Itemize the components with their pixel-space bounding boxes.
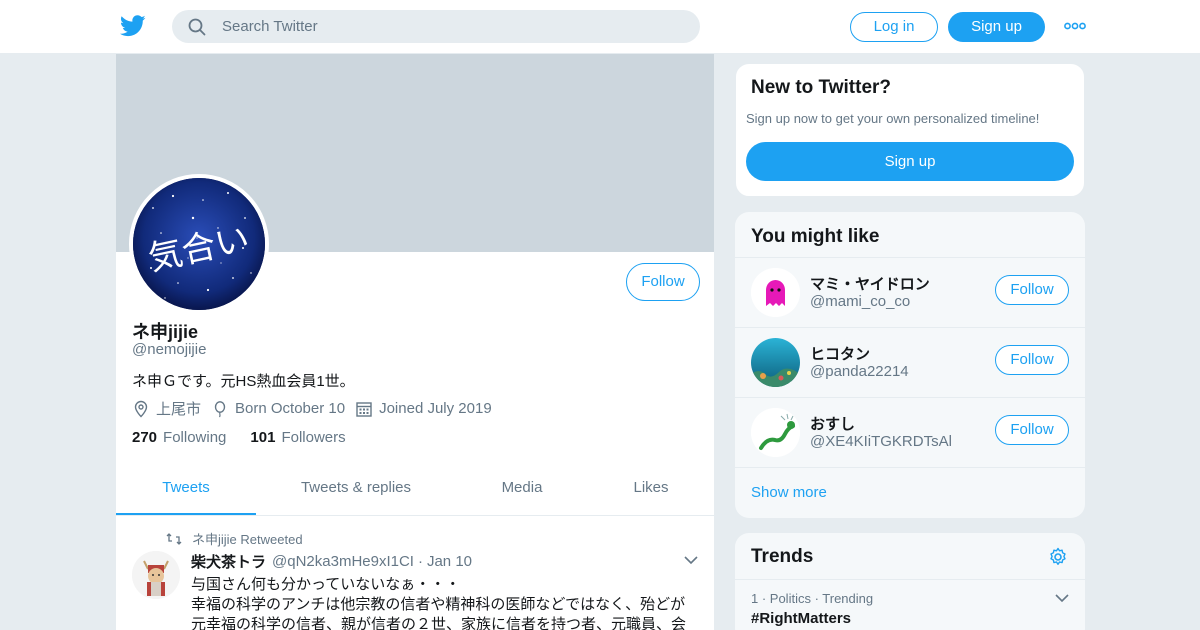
suggested-user-handle: @panda22214	[810, 363, 909, 380]
suggested-user-row[interactable]: おすし @XE4KIiTGKRDTsAl Follow	[735, 397, 1085, 467]
suggested-user-name[interactable]: ヒコタン	[810, 343, 870, 364]
more-dots-icon[interactable]	[1064, 20, 1086, 32]
trends-title: Trends	[751, 546, 814, 567]
coral-reef-avatar-image	[751, 338, 800, 387]
following-count-link[interactable]: 270 Following	[132, 429, 226, 446]
profile-location: 上尾市	[132, 398, 201, 419]
follow-button[interactable]: Follow	[995, 415, 1069, 445]
retweet-indicator: ネ申jijie Retweeted	[166, 529, 303, 548]
profile-counts: 270 Following 101 Followers	[132, 429, 370, 446]
new-to-twitter-subtitle: Sign up now to get your own personalized…	[746, 111, 1040, 126]
profile-joined: Joined July 2019	[355, 400, 492, 418]
you-might-like-title: You might like	[751, 226, 880, 247]
trends-card: Trends 1 · Politics · Trending #RightMat…	[735, 533, 1085, 630]
trend-name[interactable]: #RightMatters	[751, 610, 851, 627]
you-might-like-card: You might like マミ・ヤイドロン @mami_co_co Foll…	[735, 212, 1085, 518]
trend-meta: 1 · Politics · Trending	[751, 591, 874, 606]
tweet-text: 与国さん何も分かっていないなぁ・・・ 幸福の科学のアンチは他宗教の信者や精神科の…	[191, 575, 701, 630]
chevron-down-icon[interactable]	[1055, 593, 1069, 603]
balloon-icon	[214, 400, 226, 417]
profile-column: 気合い Follow ネ申jijie @nemojijie ネ申Ｇです。元HS熱…	[115, 54, 715, 630]
sidebar-signup-button[interactable]: Sign up	[746, 142, 1074, 181]
chevron-down-icon[interactable]	[684, 555, 698, 565]
tab-tweets-and-replies[interactable]: Tweets & replies	[266, 464, 446, 515]
signup-button[interactable]: Sign up	[948, 12, 1045, 42]
suggested-user-avatar[interactable]	[751, 268, 800, 317]
gear-icon[interactable]	[1048, 547, 1068, 567]
suggested-user-row[interactable]: マミ・ヤイドロン @mami_co_co Follow	[735, 257, 1085, 327]
following-count: 270	[132, 429, 158, 446]
profile-handle: @nemojijie	[132, 341, 207, 358]
profile-meta: 上尾市 Born October 10 Joined July 2019	[132, 398, 502, 419]
tweet-text-line: 元幸福の科学の信者、親が信者の２世、家族に信者を持つ者、元職員、会	[191, 616, 687, 630]
green-dragon-avatar-image	[751, 408, 800, 457]
follow-button[interactable]: Follow	[995, 275, 1069, 305]
top-navigation-bar: Log in Sign up	[0, 0, 1200, 54]
joined-text: Joined July 2019	[379, 400, 492, 417]
tweet-header: 柴犬茶トラ @qN2ka3mHe9xI1CI · Jan 10	[191, 551, 472, 572]
tab-likes[interactable]: Likes	[606, 464, 696, 515]
avatar-image: 気合い	[133, 178, 265, 310]
suggested-user-name[interactable]: マミ・ヤイドロン	[810, 273, 930, 294]
tweet-separator: ·	[417, 553, 423, 570]
suggested-user-row[interactable]: ヒコタン @panda22214 Follow	[735, 327, 1085, 397]
twitter-bird-icon[interactable]	[120, 14, 146, 38]
tweet-item[interactable]: ネ申jijie Retweeted 柴犬茶トラ @qN2ka3mHe9xI1CI…	[116, 517, 714, 630]
followers-label: Followers	[281, 429, 346, 446]
calendar-icon	[356, 401, 372, 417]
location-pin-icon	[134, 400, 148, 417]
tweet-date[interactable]: Jan 10	[427, 553, 472, 570]
pink-ghost-avatar-image	[751, 268, 800, 317]
following-label: Following	[163, 429, 227, 446]
new-to-twitter-card: New to Twitter? Sign up now to get your …	[735, 63, 1085, 197]
profile-birthday: Born October 10	[211, 400, 345, 418]
tweet-author-name[interactable]: 柴犬茶トラ	[191, 551, 266, 572]
followers-count-link[interactable]: 101 Followers	[250, 429, 345, 446]
search-input[interactable]	[222, 10, 682, 43]
tab-tweets[interactable]: Tweets	[116, 464, 256, 515]
tweet-text-line: 与国さん何も分かっていないなぁ・・・	[191, 576, 461, 593]
search-icon	[188, 18, 206, 36]
birthday-text: Born October 10	[235, 400, 346, 417]
follow-button[interactable]: Follow	[626, 263, 700, 301]
suggested-user-avatar[interactable]	[751, 338, 800, 387]
tweet-author-handle[interactable]: @qN2ka3mHe9xI1CI	[272, 553, 414, 570]
retweet-icon	[166, 532, 182, 545]
show-more-link[interactable]: Show more	[751, 484, 827, 501]
follow-button[interactable]: Follow	[995, 345, 1069, 375]
search-box[interactable]	[172, 10, 700, 43]
divider	[735, 467, 1085, 468]
tab-media[interactable]: Media	[472, 464, 572, 515]
divider	[735, 579, 1085, 580]
new-to-twitter-title: New to Twitter?	[751, 77, 892, 98]
tweet-text-line: 幸福の科学のアンチは他宗教の信者や精神科の医師などではなく、殆どが	[191, 596, 686, 613]
profile-tabs: Tweets Tweets & replies Media Likes	[116, 464, 714, 516]
profile-bio: ネ申Ｇです。元HS熱血会員1世。	[132, 373, 355, 390]
samurai-dog-avatar-image	[132, 551, 180, 599]
suggested-user-handle: @XE4KIiTGKRDTsAl	[810, 433, 952, 450]
location-text: 上尾市	[156, 401, 202, 418]
suggested-user-avatar[interactable]	[751, 408, 800, 457]
profile-avatar[interactable]: 気合い	[129, 174, 269, 314]
retweet-note: ネ申jijie Retweeted	[192, 532, 303, 547]
followers-count: 101	[250, 429, 276, 446]
tweet-author-avatar[interactable]	[132, 551, 180, 599]
suggested-user-handle: @mami_co_co	[810, 293, 911, 310]
login-button[interactable]: Log in	[850, 12, 938, 42]
suggested-user-name[interactable]: おすし	[810, 413, 855, 434]
